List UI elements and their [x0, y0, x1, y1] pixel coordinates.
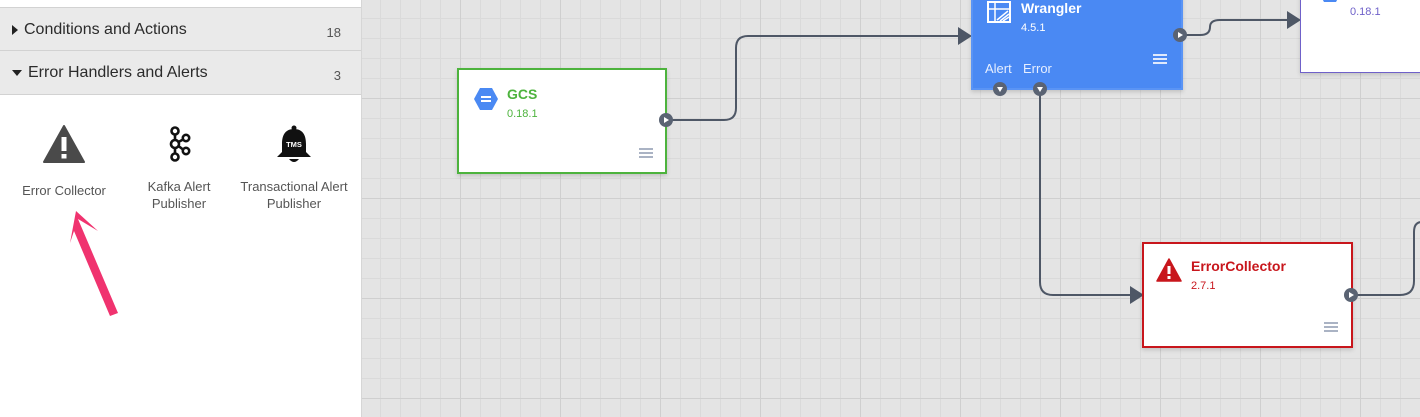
section-label: Error Handlers and Alerts	[28, 64, 208, 81]
section-conditions-and-actions[interactable]: Conditions and Actions 18	[0, 7, 361, 51]
node-partial-topright[interactable]: 0.18.1	[1300, 0, 1420, 73]
output-port-wrangler[interactable]	[1173, 28, 1187, 42]
node-menu-icon[interactable]	[639, 148, 653, 158]
node-errorcollector[interactable]: ErrorCollector 2.7.1	[1142, 242, 1353, 348]
warning-triangle-icon	[1156, 258, 1182, 282]
port-label-alert: Alert	[985, 61, 1012, 76]
node-menu-icon[interactable]	[1324, 322, 1338, 332]
node-title: Wrangler	[1021, 0, 1082, 16]
wrangler-icon	[987, 1, 1011, 23]
plugin-label: Error Collector	[22, 183, 106, 198]
section-count: 3	[333, 68, 341, 83]
arrowhead	[1287, 11, 1301, 29]
port-label-error: Error	[1023, 61, 1052, 76]
node-wrangler[interactable]: Wrangler 4.5.1 Alert Error	[971, 0, 1183, 90]
section-error-handlers-and-alerts[interactable]: Error Handlers and Alerts 3	[0, 51, 361, 95]
connection-errorcollector-out	[1354, 221, 1420, 296]
alert-port-wrangler[interactable]	[993, 82, 1007, 96]
plugin-kafka-alert-publisher[interactable]: Kafka Alert Publisher	[124, 120, 234, 212]
output-port-errorcollector[interactable]	[1344, 288, 1358, 302]
node-menu-icon[interactable]	[1153, 54, 1167, 64]
section-label: Conditions and Actions	[24, 21, 187, 38]
node-version: 2.7.1	[1191, 280, 1216, 292]
node-title: ErrorCollector	[1191, 258, 1286, 274]
node-version: 0.18.1	[1350, 6, 1381, 18]
plugin-label: Kafka Alert Publisher	[147, 179, 211, 211]
gcs-hexagon-icon	[474, 88, 498, 110]
warning-triangle-icon	[43, 125, 85, 163]
node-version: 0.18.1	[507, 108, 538, 120]
plugin-error-collector[interactable]: Error Collector	[9, 120, 119, 199]
kafka-icon	[169, 126, 191, 162]
node-title: GCS	[507, 86, 538, 102]
pipeline-canvas[interactable]: GCS 0.18.1 Wrangler 4.5.1 Alert Error 0.…	[362, 0, 1420, 417]
error-port-wrangler[interactable]	[1033, 82, 1047, 96]
node-gcs[interactable]: GCS 0.18.1	[457, 68, 667, 174]
annotation-arrow	[70, 211, 118, 316]
arrowhead	[958, 27, 972, 45]
connection-wrangler-to-topright	[1184, 19, 1287, 36]
connection-wrangler-error-to-errorcollector	[1039, 88, 1130, 296]
connection-gcs-to-wrangler	[667, 35, 958, 121]
bell-icon-label: TMS	[286, 140, 302, 149]
plugin-sidebar: Conditions and Actions 18 Error Handlers…	[0, 0, 362, 417]
plugin-transactional-alert-publisher[interactable]: TMS Transactional Alert Publisher	[239, 120, 349, 212]
section-count: 18	[326, 25, 341, 40]
connections-layer	[667, 11, 1420, 304]
output-port-gcs[interactable]	[659, 113, 673, 127]
gcs-hexagon-icon	[1322, 0, 1338, 2]
node-version: 4.5.1	[1021, 22, 1046, 34]
plugin-label: Transactional Alert Publisher	[240, 179, 348, 211]
bell-icon: TMS	[277, 125, 311, 162]
caret-down-icon	[12, 70, 22, 76]
caret-right-icon	[12, 25, 18, 35]
